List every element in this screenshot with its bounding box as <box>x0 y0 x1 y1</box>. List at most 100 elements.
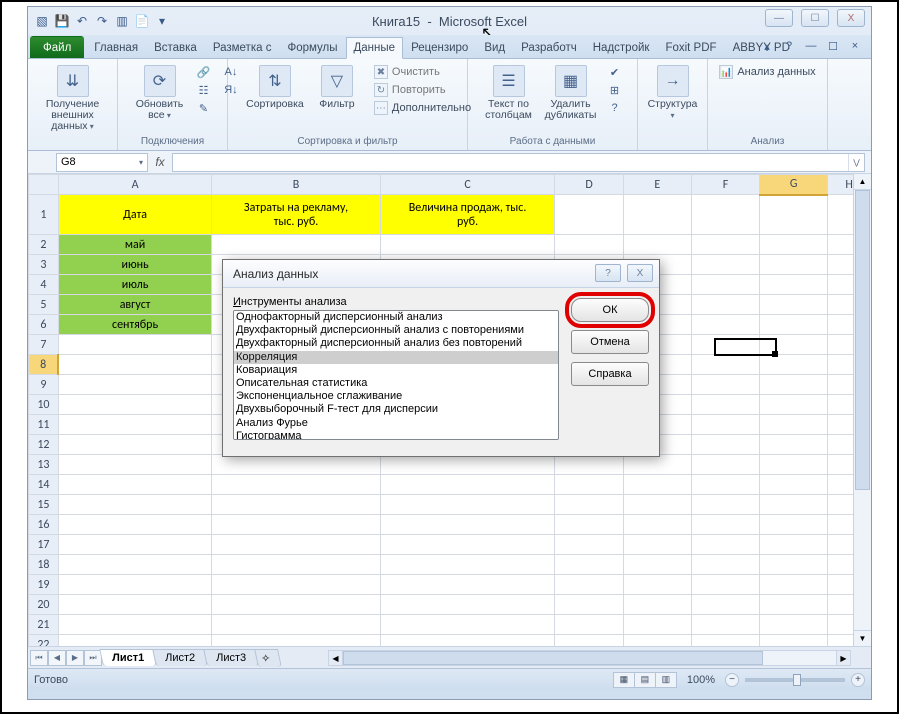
clear-filter-button[interactable]: ✖Очистить <box>370 63 475 81</box>
advanced-filter-button[interactable]: ⋯Дополнительно <box>370 99 475 117</box>
scroll-down-icon[interactable]: ▼ <box>854 630 871 646</box>
help-icon[interactable]: ? <box>781 38 797 54</box>
sheet-tab-new[interactable]: ✧ <box>254 649 282 667</box>
dialog-help-button[interactable]: ? <box>595 264 621 282</box>
connections-icon[interactable]: 🔗 <box>193 63 215 81</box>
tab-view[interactable]: Вид <box>476 36 513 58</box>
analysis-tools-list[interactable]: Однофакторный дисперсионный анализ Двухфа… <box>233 310 559 440</box>
row-header-21[interactable]: 21 <box>29 615 59 635</box>
edit-links-icon[interactable]: ✎ <box>193 99 215 117</box>
zoom-slider[interactable] <box>745 678 845 682</box>
cell-A3[interactable]: июнь <box>58 255 211 275</box>
open-icon[interactable]: 📄 <box>134 13 150 29</box>
sheet-tab-2[interactable]: Лист2 <box>152 649 208 666</box>
hscroll-left-icon[interactable]: ◀ <box>329 651 343 665</box>
zoom-out-button[interactable]: − <box>725 673 739 687</box>
sort-asc-icon[interactable]: A↓ <box>220 63 242 81</box>
minimize-button[interactable]: — <box>765 9 793 27</box>
save-icon[interactable]: 💾 <box>54 13 70 29</box>
cancel-button[interactable]: Отмена <box>571 330 649 354</box>
tab-review[interactable]: Рецензиро <box>403 36 476 58</box>
row-header-18[interactable]: 18 <box>29 555 59 575</box>
zoom-in-button[interactable]: + <box>851 673 865 687</box>
name-box-dropdown-icon[interactable]: ▾ <box>139 158 143 167</box>
analysis-tool-option[interactable]: Описательная статистика <box>234 377 558 390</box>
analysis-tool-option[interactable]: Гистограмма <box>234 430 558 440</box>
tab-addins[interactable]: Надстройк <box>585 36 658 58</box>
workbook-min-icon[interactable]: — <box>803 38 819 54</box>
row-header-10[interactable]: 10 <box>29 395 59 415</box>
col-header-B[interactable]: B <box>212 175 380 195</box>
sheet-tab-3[interactable]: Лист3 <box>203 649 259 666</box>
row-header-4[interactable]: 4 <box>29 275 59 295</box>
row-header-6[interactable]: 6 <box>29 315 59 335</box>
ok-button[interactable]: ОК <box>571 298 649 322</box>
undo-icon[interactable]: ↶ <box>74 13 90 29</box>
hscroll-thumb[interactable] <box>343 651 763 665</box>
sheet-nav-first-icon[interactable]: ⏮ <box>30 650 48 666</box>
formula-input[interactable]: ⋁ <box>172 153 865 172</box>
row-header-5[interactable]: 5 <box>29 295 59 315</box>
maximize-button[interactable]: ☐ <box>801 9 829 27</box>
cell-B1[interactable]: Затраты на рекламу, тыс. руб. <box>212 195 380 235</box>
row-header-20[interactable]: 20 <box>29 595 59 615</box>
tab-home[interactable]: Главная <box>86 36 146 58</box>
workbook-close-icon[interactable]: × <box>847 38 863 54</box>
dialog-close-button[interactable]: X <box>627 264 653 282</box>
analysis-tool-option[interactable]: Экспоненциальное сглаживание <box>234 390 558 403</box>
view-pagebreak-icon[interactable]: ▥ <box>655 672 677 688</box>
row-header-8[interactable]: 8 <box>29 355 59 375</box>
zoom-knob[interactable] <box>793 674 801 686</box>
row-header-12[interactable]: 12 <box>29 435 59 455</box>
select-all-corner[interactable] <box>29 175 59 195</box>
cell-A5[interactable]: август <box>58 295 211 315</box>
col-header-E[interactable]: E <box>623 175 691 195</box>
col-header-A[interactable]: A <box>58 175 211 195</box>
col-header-C[interactable]: C <box>380 175 555 195</box>
sort-button[interactable]: ⇅ Сортировка <box>246 63 304 112</box>
sheet-tab-1[interactable]: Лист1 <box>99 649 157 666</box>
analysis-tool-option[interactable]: Корреляция <box>234 351 558 364</box>
row-header-19[interactable]: 19 <box>29 575 59 595</box>
col-header-D[interactable]: D <box>555 175 623 195</box>
sheet-nav-next-icon[interactable]: ▶ <box>66 650 84 666</box>
redo-icon[interactable]: ↷ <box>94 13 110 29</box>
analysis-tool-option[interactable]: Однофакторный дисперсионный анализ <box>234 311 558 324</box>
row-header-7[interactable]: 7 <box>29 335 59 355</box>
scroll-up-icon[interactable]: ▲ <box>854 174 871 190</box>
analysis-tool-option[interactable]: Двухвыборочный F-тест для дисперсии <box>234 403 558 416</box>
close-button[interactable]: X <box>837 9 865 27</box>
whatif-icon[interactable]: ? <box>604 99 626 117</box>
tab-developer[interactable]: Разработч <box>513 36 585 58</box>
cell-C1[interactable]: Величина продаж, тыс. руб. <box>380 195 555 235</box>
row-header-22[interactable]: 22 <box>29 635 59 647</box>
cell-A2[interactable]: май <box>58 235 211 255</box>
get-external-data-button[interactable]: ⇊ Получение внешних данных <box>44 63 102 134</box>
data-validation-icon[interactable]: ✔ <box>604 63 626 81</box>
cell-A4[interactable]: июль <box>58 275 211 295</box>
sheet-nav-prev-icon[interactable]: ◀ <box>48 650 66 666</box>
tab-formulas[interactable]: Формулы <box>279 36 345 58</box>
row-header-3[interactable]: 3 <box>29 255 59 275</box>
refresh-all-button[interactable]: ⟳ Обновить все <box>131 63 189 123</box>
properties-icon[interactable]: ☷ <box>193 81 215 99</box>
row-header-14[interactable]: 14 <box>29 475 59 495</box>
tab-data[interactable]: Данные <box>346 37 404 59</box>
row-header-11[interactable]: 11 <box>29 415 59 435</box>
filter-button[interactable]: ▽ Фильтр <box>308 63 366 112</box>
fx-icon[interactable]: fx <box>148 155 172 169</box>
new-icon[interactable]: ▥ <box>114 13 130 29</box>
row-header-15[interactable]: 15 <box>29 495 59 515</box>
qat-dropdown-icon[interactable]: ▾ <box>154 13 170 29</box>
horizontal-scrollbar[interactable]: ◀ ▶ <box>328 650 851 666</box>
tab-file[interactable]: Файл <box>30 36 84 58</box>
reapply-filter-button[interactable]: ↻Повторить <box>370 81 475 99</box>
remove-duplicates-button[interactable]: ▦ Удалить дубликаты <box>542 63 600 123</box>
tab-insert[interactable]: Вставка <box>146 36 205 58</box>
hscroll-right-icon[interactable]: ▶ <box>836 651 850 665</box>
analysis-tool-option[interactable]: Двухфакторный дисперсионный анализ без п… <box>234 337 558 350</box>
outline-button[interactable]: → Структура <box>644 63 702 123</box>
row-header-17[interactable]: 17 <box>29 535 59 555</box>
ribbon-minimize-icon[interactable]: ▴ <box>759 38 775 54</box>
row-header-9[interactable]: 9 <box>29 375 59 395</box>
